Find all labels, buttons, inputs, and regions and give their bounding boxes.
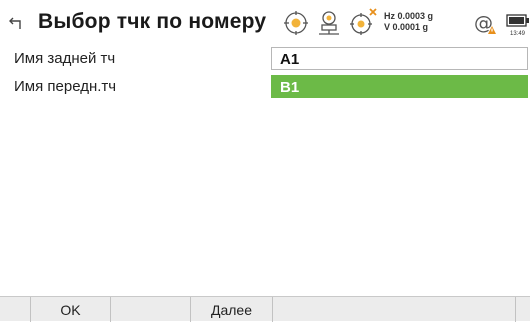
battery-icon bbox=[506, 14, 529, 27]
softkey-empty-1 bbox=[110, 297, 190, 322]
v-readout: V 0.0001 g bbox=[384, 22, 429, 32]
instrument-icon[interactable] bbox=[316, 9, 342, 37]
title-bar: Выбор тчк по номеру Hz 0.0003 g V 0.0001… bbox=[0, 0, 530, 44]
back-point-field[interactable]: A1 bbox=[271, 47, 528, 70]
next-button[interactable]: Далее bbox=[190, 297, 272, 322]
connection-warning-icon[interactable]: @ bbox=[472, 10, 498, 36]
ok-button[interactable]: OK bbox=[30, 297, 110, 322]
target-prism-icon[interactable] bbox=[283, 10, 309, 36]
softkey-bar: OK Далее bbox=[0, 296, 530, 322]
fore-point-label: Имя передн.тч bbox=[14, 78, 117, 95]
softkey-empty-3 bbox=[515, 297, 530, 322]
softkey-empty-0 bbox=[0, 297, 30, 322]
tracking-off-icon[interactable] bbox=[348, 7, 378, 37]
back-point-label: Имя задней тч bbox=[14, 50, 116, 67]
page-title: Выбор тчк по номеру bbox=[38, 10, 267, 33]
clock: 13:49 bbox=[510, 31, 526, 37]
back-arrow-icon[interactable] bbox=[8, 14, 26, 32]
hz-readout: Hz 0.0003 g bbox=[384, 11, 434, 21]
row-back-point: Имя задней тч A1 bbox=[0, 46, 530, 72]
compensator-readout: Hz 0.0003 g V 0.0001 g bbox=[384, 11, 433, 33]
row-fore-point: Имя передн.тч B1 bbox=[0, 74, 530, 100]
softkey-empty-2 bbox=[272, 297, 515, 322]
fore-point-field[interactable]: B1 bbox=[271, 75, 528, 98]
